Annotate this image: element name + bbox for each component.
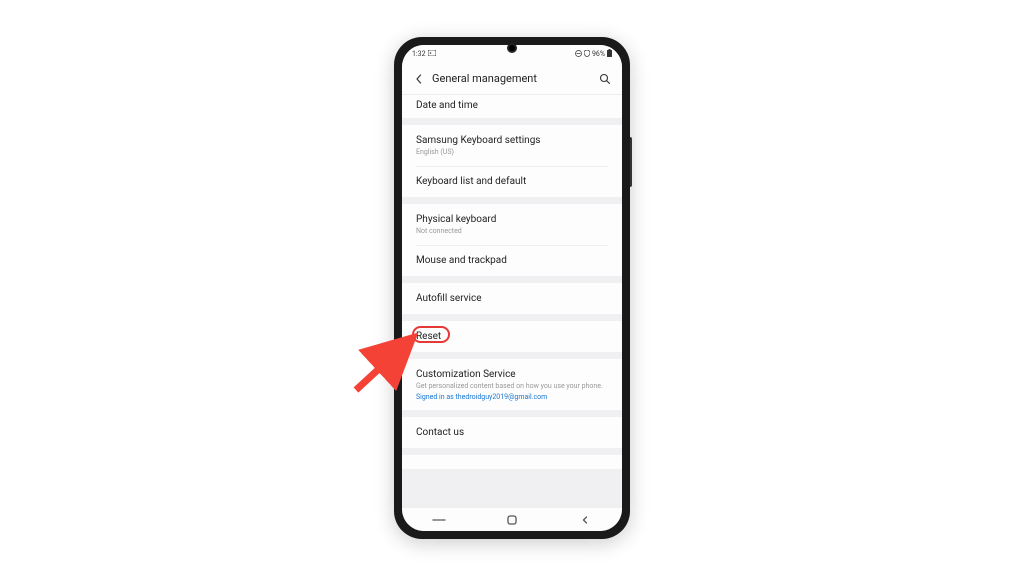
list-item[interactable]: Reset bbox=[402, 321, 622, 352]
item-subtitle: Get personalized content based on how yo… bbox=[416, 382, 608, 391]
list-item[interactable]: Contact us bbox=[402, 417, 622, 448]
page-title: General management bbox=[432, 72, 598, 85]
item-title: Samsung Keyboard settings bbox=[416, 134, 608, 147]
item-title: Date and time bbox=[416, 99, 608, 112]
camera-notch bbox=[507, 43, 517, 53]
item-subtitle: Not connected bbox=[416, 227, 608, 236]
status-right: 96% bbox=[575, 49, 612, 59]
list-item[interactable]: Samsung Keyboard settingsEnglish (US) bbox=[402, 125, 622, 166]
list-item[interactable]: Date and time bbox=[402, 95, 622, 118]
status-time: 1:32 bbox=[412, 50, 426, 58]
list-item[interactable]: Keyboard list and default bbox=[402, 166, 622, 197]
battery-icon bbox=[607, 49, 612, 59]
nav-back-button[interactable] bbox=[570, 513, 600, 527]
status-left: 1:32 bbox=[412, 50, 436, 58]
list-item[interactable]: Mouse and trackpad bbox=[402, 245, 622, 276]
list-group: Reset bbox=[402, 321, 622, 352]
list-group: Autofill service bbox=[402, 283, 622, 314]
item-title: Contact us bbox=[416, 426, 608, 439]
item-title: Reset bbox=[416, 330, 608, 343]
location-icon bbox=[584, 50, 590, 59]
list-item[interactable]: Autofill service bbox=[402, 283, 622, 314]
list-group: Date and time bbox=[402, 95, 622, 118]
navigation-bar bbox=[402, 507, 622, 531]
card-icon bbox=[428, 50, 436, 58]
list-item[interactable]: Customization ServiceGet personalized co… bbox=[402, 359, 622, 410]
list-group: Samsung Keyboard settingsEnglish (US) Key… bbox=[402, 125, 622, 197]
item-title: Mouse and trackpad bbox=[416, 254, 608, 267]
list-group bbox=[402, 455, 622, 469]
dnd-icon bbox=[575, 50, 582, 59]
back-button[interactable] bbox=[412, 72, 426, 86]
list-group: Customization ServiceGet personalized co… bbox=[402, 359, 622, 410]
list-group: Contact us bbox=[402, 417, 622, 448]
phone-screen: 1:32 96% Genera bbox=[402, 45, 622, 531]
recents-button[interactable] bbox=[424, 513, 454, 527]
phone-frame: 1:32 96% Genera bbox=[394, 37, 630, 539]
home-button[interactable] bbox=[497, 513, 527, 527]
list-item[interactable]: Physical keyboardNot connected bbox=[402, 204, 622, 245]
app-header: General management bbox=[402, 63, 622, 95]
item-link[interactable]: Signed in as thedroidguy2019@gmail.com bbox=[416, 393, 608, 401]
item-title: Keyboard list and default bbox=[416, 175, 608, 188]
item-title: Customization Service bbox=[416, 368, 608, 381]
item-title: Physical keyboard bbox=[416, 213, 608, 226]
content-area[interactable]: Date and time Samsung Keyboard settingsEn… bbox=[402, 95, 622, 507]
item-subtitle: English (US) bbox=[416, 148, 608, 157]
search-button[interactable] bbox=[598, 72, 612, 86]
phone-side-button bbox=[630, 137, 632, 187]
battery-text: 96% bbox=[592, 50, 605, 58]
list-group: Physical keyboardNot connected Mouse and … bbox=[402, 204, 622, 276]
item-title: Autofill service bbox=[416, 292, 608, 305]
